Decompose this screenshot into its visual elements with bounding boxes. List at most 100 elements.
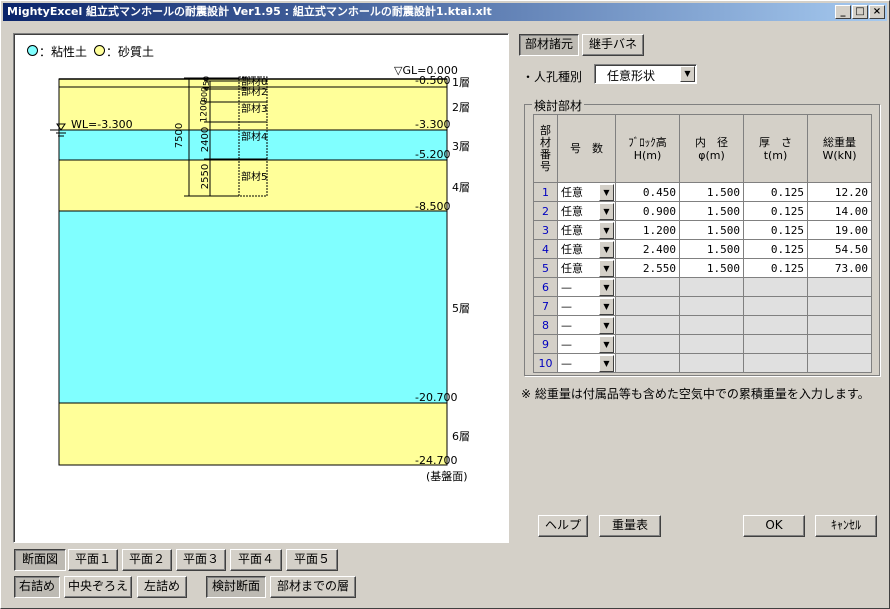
row-diameter-cell[interactable] bbox=[679, 277, 744, 297]
row-height-cell[interactable]: 0.900 bbox=[615, 201, 680, 221]
chevron-down-icon[interactable]: ▼ bbox=[599, 202, 614, 220]
row-thickness-cell[interactable] bbox=[743, 334, 808, 354]
row-weight-cell[interactable]: 12.20 bbox=[807, 182, 872, 202]
row-thickness-cell[interactable]: 0.125 bbox=[743, 182, 808, 202]
row-thickness-cell[interactable] bbox=[743, 315, 808, 335]
chevron-down-icon[interactable]: ▼ bbox=[599, 221, 614, 239]
type-dropdown[interactable]: 任意 ▼ bbox=[561, 240, 614, 258]
type-dropdown[interactable]: — ▼ bbox=[561, 354, 614, 372]
type-dropdown[interactable]: — ▼ bbox=[561, 316, 614, 334]
row-diameter-cell[interactable]: 1.500 bbox=[679, 220, 744, 240]
chevron-down-icon[interactable]: ▼ bbox=[599, 354, 614, 372]
type-value: 任意 bbox=[561, 204, 583, 218]
tab-plan-3[interactable]: 平面３ bbox=[176, 549, 226, 571]
chevron-down-icon[interactable]: ▼ bbox=[599, 259, 614, 277]
type-dropdown[interactable]: 任意 ▼ bbox=[561, 183, 614, 201]
chevron-down-icon[interactable]: ▼ bbox=[680, 66, 695, 82]
row-weight-cell[interactable] bbox=[807, 277, 872, 297]
row-weight-cell[interactable] bbox=[807, 315, 872, 335]
header-line: 厚 さ bbox=[759, 135, 792, 149]
header-line: W(kN) bbox=[822, 148, 857, 162]
type-dropdown[interactable]: — ▼ bbox=[561, 297, 614, 315]
tab-joint-spring[interactable]: 継手バネ bbox=[582, 34, 644, 56]
cancel-button[interactable]: ｷｬﾝｾﾙ bbox=[815, 515, 877, 537]
chevron-down-icon[interactable]: ▼ bbox=[599, 316, 614, 334]
row-diameter-cell[interactable] bbox=[679, 296, 744, 316]
type-dropdown[interactable]: 任意 ▼ bbox=[561, 221, 614, 239]
chevron-down-icon[interactable]: ▼ bbox=[599, 183, 614, 201]
row-height-cell[interactable]: 1.200 bbox=[615, 220, 680, 240]
row-number: 6 bbox=[533, 277, 558, 297]
row-type-select[interactable]: — ▼ bbox=[557, 334, 616, 354]
align-left-button[interactable]: 左詰め bbox=[137, 576, 187, 598]
row-diameter-cell[interactable]: 1.500 bbox=[679, 258, 744, 278]
row-height-cell[interactable] bbox=[615, 296, 680, 316]
row-weight-cell[interactable]: 19.00 bbox=[807, 220, 872, 240]
row-height-cell[interactable] bbox=[615, 334, 680, 354]
row-height-cell[interactable] bbox=[615, 315, 680, 335]
maximize-button[interactable]: □ bbox=[852, 5, 868, 19]
row-diameter-cell[interactable]: 1.500 bbox=[679, 201, 744, 221]
tab-plan-1[interactable]: 平面１ bbox=[68, 549, 118, 571]
row-thickness-cell[interactable] bbox=[743, 296, 808, 316]
row-type-select[interactable]: — ▼ bbox=[557, 353, 616, 373]
row-thickness-cell[interactable]: 0.125 bbox=[743, 239, 808, 259]
chevron-down-icon[interactable]: ▼ bbox=[599, 335, 614, 353]
row-thickness-cell[interactable] bbox=[743, 277, 808, 297]
row-type-select[interactable]: 任意 ▼ bbox=[557, 239, 616, 259]
help-button[interactable]: ヘルプ bbox=[538, 515, 588, 537]
tab-layers-to-member[interactable]: 部材までの層 bbox=[270, 576, 356, 598]
type-dropdown[interactable]: 任意 ▼ bbox=[561, 259, 614, 277]
row-type-select[interactable]: 任意 ▼ bbox=[557, 182, 616, 202]
row-height-cell[interactable] bbox=[615, 353, 680, 373]
row-weight-cell[interactable]: 14.00 bbox=[807, 201, 872, 221]
row-weight-cell[interactable]: 73.00 bbox=[807, 258, 872, 278]
row-type-select[interactable]: — ▼ bbox=[557, 315, 616, 335]
tab-section-view[interactable]: 断面図 bbox=[14, 549, 66, 571]
hole-type-select[interactable]: 任意形状 ▼ bbox=[594, 64, 697, 84]
row-weight-cell[interactable]: 54.50 bbox=[807, 239, 872, 259]
row-height-cell[interactable]: 2.550 bbox=[615, 258, 680, 278]
dim-2400-label: 2400 bbox=[200, 126, 212, 153]
row-diameter-cell[interactable]: 1.500 bbox=[679, 239, 744, 259]
row-thickness-cell[interactable] bbox=[743, 353, 808, 373]
chevron-down-icon[interactable]: ▼ bbox=[599, 278, 614, 296]
tab-plan-4[interactable]: 平面４ bbox=[230, 549, 282, 571]
row-weight-cell[interactable] bbox=[807, 296, 872, 316]
chevron-down-icon[interactable]: ▼ bbox=[599, 297, 614, 315]
row-weight-cell[interactable] bbox=[807, 353, 872, 373]
row-height-cell[interactable]: 0.450 bbox=[615, 182, 680, 202]
weight-table-button[interactable]: 重量表 bbox=[599, 515, 661, 537]
type-dropdown[interactable]: — ▼ bbox=[561, 278, 614, 296]
row-diameter-cell[interactable] bbox=[679, 315, 744, 335]
row-height-cell[interactable] bbox=[615, 277, 680, 297]
tab-plan-5[interactable]: 平面５ bbox=[286, 549, 338, 571]
row-thickness-cell[interactable]: 0.125 bbox=[743, 258, 808, 278]
row-diameter-cell[interactable]: 1.500 bbox=[679, 182, 744, 202]
row-height-cell[interactable]: 2.400 bbox=[615, 239, 680, 259]
minimize-button[interactable]: _ bbox=[835, 5, 851, 19]
row-diameter-cell[interactable] bbox=[679, 334, 744, 354]
row-thickness-cell[interactable]: 0.125 bbox=[743, 220, 808, 240]
row-weight-cell[interactable] bbox=[807, 334, 872, 354]
table-row: 3 任意 ▼ 1.200 1.500 0.125 19.00 bbox=[533, 220, 872, 240]
close-button[interactable]: × bbox=[869, 5, 885, 19]
row-type-select[interactable]: — ▼ bbox=[557, 277, 616, 297]
type-dropdown[interactable]: 任意 ▼ bbox=[561, 202, 614, 220]
align-center-button[interactable]: 中央ぞろえ bbox=[64, 576, 132, 598]
chevron-down-icon[interactable]: ▼ bbox=[599, 240, 614, 258]
row-type-select[interactable]: 任意 ▼ bbox=[557, 201, 616, 221]
row-type-select[interactable]: 任意 ▼ bbox=[557, 220, 616, 240]
header-line: H(m) bbox=[633, 148, 662, 162]
tab-member-specs[interactable]: 部材諸元 bbox=[519, 34, 579, 56]
row-type-select[interactable]: 任意 ▼ bbox=[557, 258, 616, 278]
row-type-select[interactable]: — ▼ bbox=[557, 296, 616, 316]
align-right-button[interactable]: 右詰め bbox=[14, 576, 60, 598]
tab-study-section[interactable]: 検討断面 bbox=[206, 576, 266, 598]
tab-plan-2[interactable]: 平面２ bbox=[122, 549, 172, 571]
row-thickness-cell[interactable]: 0.125 bbox=[743, 201, 808, 221]
row-diameter-cell[interactable] bbox=[679, 353, 744, 373]
type-dropdown[interactable]: — ▼ bbox=[561, 335, 614, 353]
ok-button[interactable]: OK bbox=[743, 515, 805, 537]
layer-name: 6層 bbox=[452, 430, 470, 443]
